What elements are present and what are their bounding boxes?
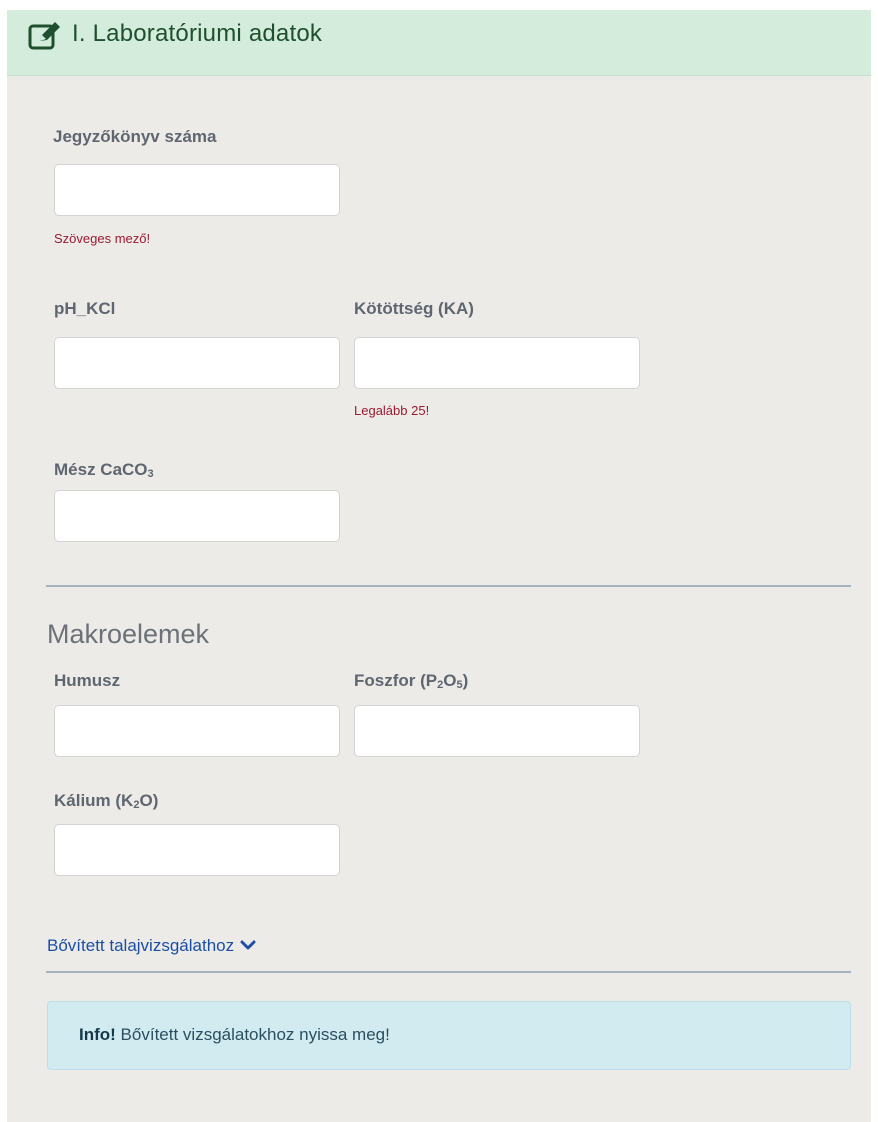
humusz-input[interactable] bbox=[54, 705, 340, 757]
expand-link-label: Bővített talajvizsgálathoz bbox=[47, 936, 235, 955]
ph-kcl-label: pH_KCl bbox=[54, 299, 116, 318]
panel-title: I. Laboratóriumi adatok bbox=[72, 20, 323, 47]
makroelemek-heading: Makroelemek bbox=[47, 619, 210, 649]
edit-icon bbox=[28, 21, 64, 51]
jegyzokonyv-label: Jegyzőkönyv száma bbox=[53, 127, 217, 146]
section-divider-bottom bbox=[46, 971, 851, 973]
jegyzokonyv-input[interactable] bbox=[54, 164, 340, 216]
mesz-label: Mész CaCO3 bbox=[54, 460, 154, 480]
ph-kcl-input[interactable] bbox=[54, 337, 340, 389]
foszfor-label: Foszfor (P2O5) bbox=[354, 671, 469, 691]
kalium-label: Kálium (K2O) bbox=[54, 791, 159, 811]
info-alert-text: Info! Bővített vizsgálatokhoz nyissa meg… bbox=[79, 1025, 390, 1044]
mesz-input[interactable] bbox=[54, 490, 340, 542]
humusz-label: Humusz bbox=[54, 671, 121, 690]
chevron-down-icon bbox=[240, 935, 256, 957]
kototts-input[interactable] bbox=[354, 337, 640, 389]
info-alert: Info! Bővített vizsgálatokhoz nyissa meg… bbox=[47, 1001, 851, 1070]
foszfor-input[interactable] bbox=[354, 705, 640, 757]
jegyzokonyv-error: Szöveges mező! bbox=[54, 231, 151, 246]
lab-data-panel: I. Laboratóriumi adatok Jegyzőkönyv szám… bbox=[7, 10, 871, 1122]
kalium-input[interactable] bbox=[54, 824, 340, 876]
section-divider bbox=[46, 585, 851, 587]
panel-header: I. Laboratóriumi adatok bbox=[7, 10, 871, 76]
kototts-label: Kötöttség (KA) bbox=[354, 299, 474, 318]
kototts-error: Legalább 25! bbox=[354, 403, 430, 418]
expand-extended-tests-link[interactable]: Bővített talajvizsgálathoz bbox=[47, 935, 256, 957]
